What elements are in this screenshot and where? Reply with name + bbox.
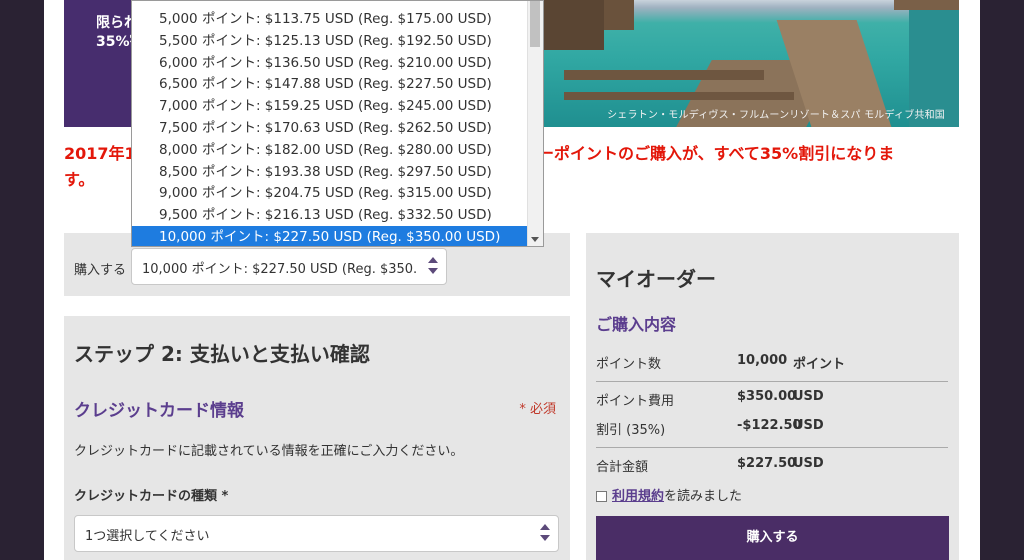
card-type-select[interactable]: 1つ選択してください: [74, 515, 559, 552]
dropdown-option[interactable]: 7,500 ポイント: $170.63 USD (Reg. $262.50 US…: [132, 117, 529, 139]
page: 限られ 35%割 シェラトン・モルディヴス・フルムーンリゾート＆スパ モルディブ…: [0, 0, 1024, 560]
credit-card-description: クレジットカードに記載されている情報を正確にご入力ください。: [74, 444, 464, 459]
hero-resort-image: シェラトン・モルディヴス・フルムーンリゾート＆スパ モルディブ共和国: [544, 0, 959, 127]
dropdown-option[interactable]: 6,000 ポイント: $136.50 USD (Reg. $210.00 US…: [132, 52, 529, 74]
scroll-down-arrow-icon[interactable]: [531, 237, 539, 242]
terms-link[interactable]: 利用規約: [612, 489, 664, 504]
card-type-placeholder: 1つ選択してください: [85, 529, 210, 544]
order-title: マイオーダー: [596, 267, 716, 291]
points-dropdown-list[interactable]: 5,000 ポイント: $113.75 USD (Reg. $175.00 US…: [131, 0, 544, 247]
order-subtitle: ご購入内容: [596, 315, 677, 334]
points-unit: ポイント: [793, 357, 846, 372]
total-label: 合計金額: [596, 460, 649, 475]
order-summary-panel: マイオーダー ご購入内容 ポイント数 10,000 ポイント ポイント費用 $3…: [586, 233, 959, 560]
dropdown-option[interactable]: 7,000 ポイント: $159.25 USD (Reg. $245.00 US…: [132, 95, 529, 117]
card-type-label: クレジットカードの種類 *: [74, 489, 229, 504]
credit-card-section-title: クレジットカード情報: [74, 401, 244, 421]
cost-unit: USD: [793, 389, 824, 404]
terms-checkbox[interactable]: [596, 491, 607, 502]
dropdown-option[interactable]: 10,000 ポイント: $227.50 USD (Reg. $350.00 U…: [132, 226, 529, 246]
dropdown-option[interactable]: 5,000 ポイント: $113.75 USD (Reg. $175.00 US…: [132, 8, 529, 30]
dropdown-option[interactable]: 5,500 ポイント: $125.13 USD (Reg. $192.50 US…: [132, 30, 529, 52]
select-arrows-icon: [540, 524, 550, 544]
discount-label: 割引 (35%): [596, 423, 666, 438]
divider: [596, 447, 948, 448]
cost-value: $350.00: [737, 389, 797, 404]
hero-image-caption: シェラトン・モルディヴス・フルムーンリゾート＆スパ モルディブ共和国: [607, 110, 945, 121]
dropdown-option[interactable]: 9,500 ポイント: $216.13 USD (Reg. $332.50 US…: [132, 204, 529, 226]
points-select-value: 10,000 ポイント: $227.50 USD (Reg. $350.: [142, 262, 418, 277]
step2-title: ステップ 2: 支払いと支払い確認: [74, 342, 370, 366]
dropdown-scrollbar[interactable]: [527, 1, 543, 246]
scrollbar-thumb[interactable]: [530, 1, 540, 47]
total-value: $227.50: [737, 456, 797, 471]
select-arrows-icon: [428, 257, 438, 277]
points-select[interactable]: 10,000 ポイント: $227.50 USD (Reg. $350.: [131, 248, 447, 285]
terms-text: を読みました: [664, 489, 743, 504]
points-label: ポイント数: [596, 357, 662, 372]
dropdown-option[interactable]: 8,500 ポイント: $193.38 USD (Reg. $297.50 US…: [132, 161, 529, 183]
discount-unit: USD: [793, 418, 824, 433]
points-value: 10,000: [737, 353, 788, 368]
dropdown-option[interactable]: 9,000 ポイント: $204.75 USD (Reg. $315.00 US…: [132, 182, 529, 204]
terms-agreement: 利用規約を読みました: [596, 485, 742, 504]
notice-text-start: 2017年1: [64, 144, 136, 163]
cost-label: ポイント費用: [596, 394, 675, 409]
dropdown-option[interactable]: 6,500 ポイント: $147.88 USD (Reg. $227.50 US…: [132, 73, 529, 95]
purchase-button[interactable]: 購入する: [596, 516, 949, 560]
divider: [596, 381, 948, 382]
payment-panel: ステップ 2: 支払いと支払い確認 クレジットカード情報 * 必須 クレジットカ…: [64, 316, 570, 560]
buy-label: 購入する: [74, 263, 127, 278]
total-unit: USD: [793, 456, 824, 471]
dropdown-option[interactable]: 8,000 ポイント: $182.00 USD (Reg. $280.00 US…: [132, 139, 529, 161]
required-note: * 必須: [519, 402, 556, 417]
discount-value: -$122.50: [737, 418, 802, 433]
notice-text-end: ーポイントのご購入が、すべて35%割引になりま: [538, 144, 895, 163]
